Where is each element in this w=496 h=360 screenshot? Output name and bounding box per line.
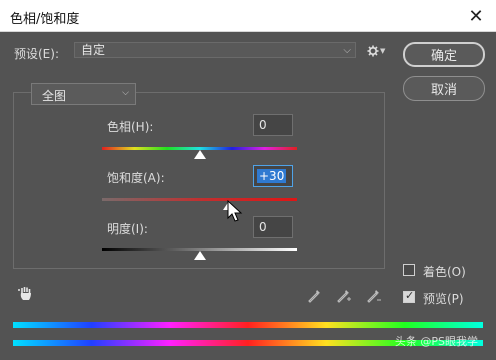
hue-slider-thumb[interactable] bbox=[193, 150, 206, 159]
preset-label: 预设(E): bbox=[14, 47, 59, 61]
colorize-label: 着色(O) bbox=[423, 265, 466, 279]
hand-adjust-icon[interactable] bbox=[16, 284, 36, 304]
range-value: 全图 bbox=[42, 89, 67, 103]
watermark: 头条 @PS眼我学 bbox=[394, 335, 478, 348]
color-bar-top bbox=[13, 322, 483, 328]
title-bar: 色相/饱和度 ✕ bbox=[0, 0, 496, 32]
eyedropper-plus-icon[interactable] bbox=[334, 285, 354, 305]
saturation-label: 饱和度(A): bbox=[107, 171, 165, 185]
saturation-slider-track[interactable] bbox=[102, 198, 297, 201]
lightness-input[interactable]: 0 bbox=[253, 216, 293, 238]
eyedropper-minus-icon[interactable] bbox=[364, 285, 384, 305]
gear-icon[interactable]: ▼ bbox=[367, 43, 387, 59]
lightness-slider-thumb[interactable] bbox=[193, 251, 206, 260]
range-dropdown[interactable]: 全图 ⌵ bbox=[31, 83, 136, 105]
lightness-label: 明度(I): bbox=[107, 222, 148, 236]
chevron-down-icon: ⌵ bbox=[343, 45, 351, 56]
lightness-value: 0 bbox=[259, 220, 267, 234]
hue-input[interactable]: 0 bbox=[253, 114, 293, 136]
window-title: 色相/饱和度 bbox=[10, 12, 80, 27]
mouse-cursor-icon bbox=[227, 200, 243, 222]
cancel-button[interactable]: 取消 bbox=[403, 76, 485, 101]
preset-value: 自定 bbox=[81, 43, 106, 57]
chevron-down-icon: ⌵ bbox=[122, 88, 129, 98]
saturation-value: +30 bbox=[257, 169, 287, 183]
hue-value: 0 bbox=[259, 118, 267, 132]
preview-label: 预览(P) bbox=[423, 292, 464, 306]
saturation-input[interactable]: +30 bbox=[253, 165, 293, 187]
colorize-checkbox[interactable] bbox=[403, 264, 415, 276]
ok-button[interactable]: 确定 bbox=[403, 42, 485, 67]
close-icon[interactable]: ✕ bbox=[456, 0, 496, 32]
adjustment-group bbox=[13, 92, 385, 269]
hue-label: 色相(H): bbox=[107, 120, 154, 134]
eyedropper-icon[interactable] bbox=[305, 285, 325, 305]
preview-checkbox[interactable] bbox=[403, 289, 415, 303]
preset-dropdown[interactable]: 自定 ⌵ bbox=[74, 42, 356, 58]
chevron-down-icon: ▼ bbox=[380, 47, 386, 55]
